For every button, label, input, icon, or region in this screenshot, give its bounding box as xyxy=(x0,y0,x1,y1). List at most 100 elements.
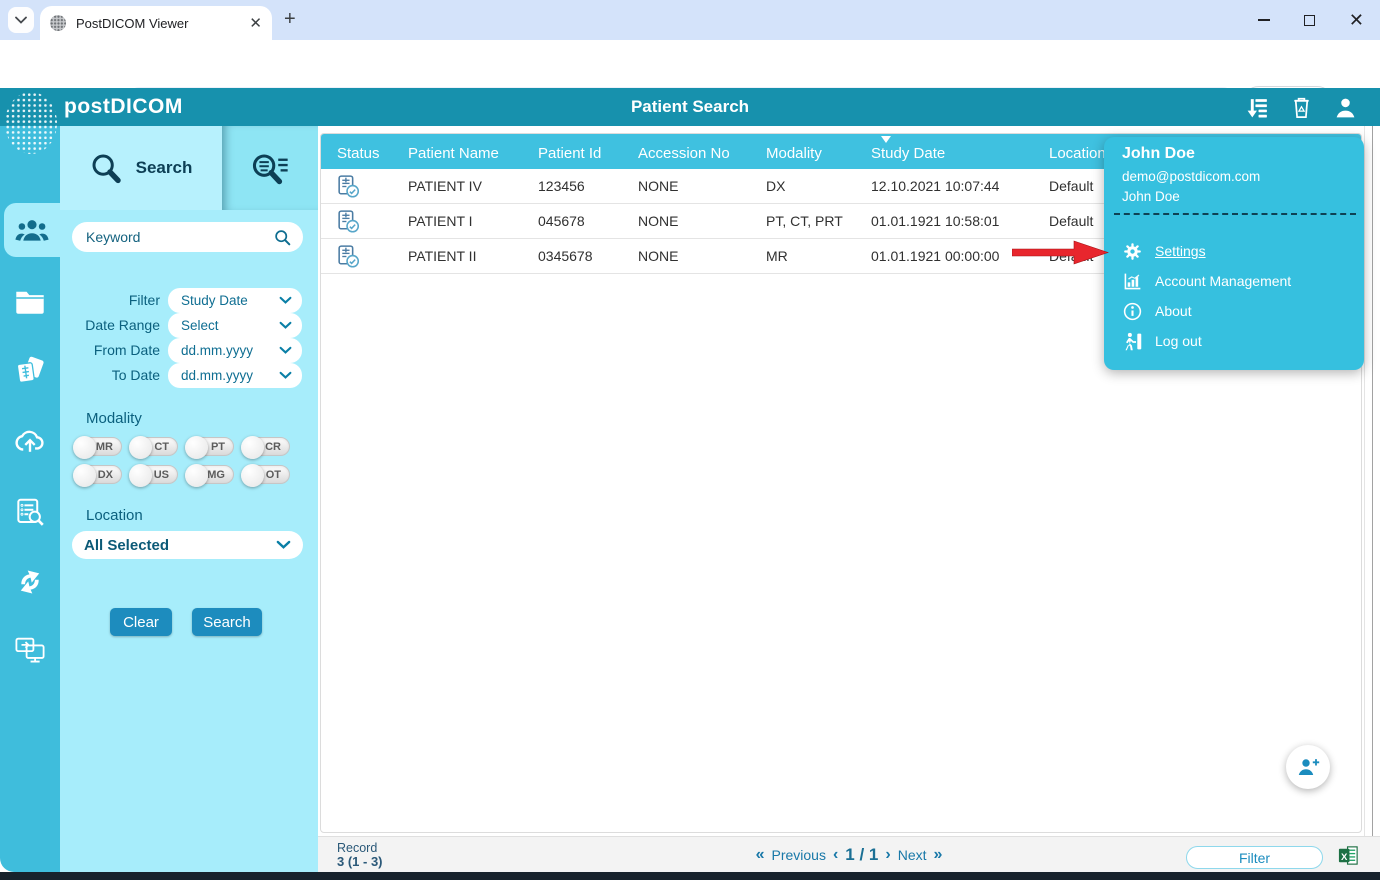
cell-accession-no: NONE xyxy=(638,178,678,194)
study-status-icon[interactable] xyxy=(335,243,362,270)
next-page-button[interactable]: Next xyxy=(898,847,927,863)
browser-tab[interactable]: PostDICOM Viewer ✕ xyxy=(40,6,272,40)
rail-item-query[interactable] xyxy=(0,485,60,539)
tab-search[interactable]: Search xyxy=(60,126,222,210)
col-modality[interactable]: Modality xyxy=(766,145,822,162)
modality-toggle-cr[interactable]: CR xyxy=(242,437,290,456)
menu-item-logout[interactable]: Log out xyxy=(1104,326,1364,356)
chart-icon xyxy=(1122,271,1143,292)
patients-icon xyxy=(15,217,49,243)
date-range-select[interactable]: Select xyxy=(168,313,302,338)
search-icon[interactable] xyxy=(274,229,291,246)
menu-item-account-management[interactable]: Account Management xyxy=(1104,266,1364,296)
menu-item-settings[interactable]: Settings xyxy=(1104,236,1364,266)
sort-queue-icon[interactable] xyxy=(1245,95,1270,120)
user-icon[interactable] xyxy=(1333,95,1358,120)
new-tab-button[interactable]: + xyxy=(284,8,296,31)
rail-item-studies[interactable] xyxy=(0,345,60,399)
last-page-button[interactable]: » xyxy=(934,846,943,864)
rail-item-upload[interactable] xyxy=(0,413,60,467)
left-rail xyxy=(0,126,60,872)
window-controls: ✕ xyxy=(1258,0,1364,40)
keyword-input[interactable] xyxy=(84,228,274,246)
tab-title: PostDICOM Viewer xyxy=(76,16,188,31)
modality-option-label: DX xyxy=(98,469,113,481)
modality-toggle-dx[interactable]: DX xyxy=(74,465,122,484)
col-accession-no[interactable]: Accession No xyxy=(638,145,730,162)
rail-item-sync[interactable] xyxy=(0,555,60,609)
tab-favicon xyxy=(50,15,66,31)
about-label: About xyxy=(1155,303,1192,319)
window-close-button[interactable]: ✕ xyxy=(1349,11,1364,29)
svg-text:X: X xyxy=(1341,852,1348,863)
export-excel-icon[interactable]: X xyxy=(1337,844,1360,867)
user-menu: John Doe demo@postdicom.com John Doe Set… xyxy=(1104,137,1364,370)
modality-toggle-mg[interactable]: MG xyxy=(186,465,234,484)
chevron-down-icon xyxy=(279,346,292,355)
clear-button[interactable]: Clear xyxy=(110,608,172,636)
menu-item-about[interactable]: About xyxy=(1104,296,1364,326)
from-date-select[interactable]: dd.mm.yyyy xyxy=(168,338,302,363)
tab-search-button[interactable] xyxy=(8,7,34,33)
add-user-icon xyxy=(1296,755,1320,779)
settings-label: Settings xyxy=(1155,243,1206,259)
window-minimize-button[interactable] xyxy=(1258,19,1270,21)
app-header: postDICOM Patient Search xyxy=(0,88,1380,126)
folder-icon xyxy=(14,289,46,315)
cell-accession-no: NONE xyxy=(638,213,678,229)
cell-location: Default xyxy=(1049,178,1093,194)
rail-item-folders[interactable] xyxy=(0,275,60,329)
date-range-label: Date Range xyxy=(60,313,160,338)
col-location[interactable]: Location xyxy=(1049,145,1106,162)
modality-toggle-mr[interactable]: MR xyxy=(74,437,122,456)
filter-button[interactable]: Filter xyxy=(1186,846,1323,869)
to-date-select[interactable]: dd.mm.yyyy xyxy=(168,363,302,388)
col-patient-id[interactable]: Patient Id xyxy=(538,145,601,162)
browser-tabstrip: PostDICOM Viewer ✕ + ✕ xyxy=(0,0,1380,40)
chevron-down-icon xyxy=(279,371,292,380)
modality-toggle-ct[interactable]: CT xyxy=(130,437,178,456)
date-range-value: Select xyxy=(181,318,279,333)
modality-toggle-pt[interactable]: PT xyxy=(186,437,234,456)
studies-icon xyxy=(13,356,47,388)
menu-divider xyxy=(1114,213,1356,215)
rail-item-patients[interactable] xyxy=(4,203,60,257)
share-screens-icon xyxy=(13,635,47,665)
record-count: Record 3 (1 - 3) xyxy=(337,841,383,869)
first-page-button[interactable]: « xyxy=(756,846,765,864)
info-icon xyxy=(1122,301,1143,322)
search-tab-label: Search xyxy=(136,158,193,178)
prev-arrow-button[interactable]: ‹ xyxy=(833,846,838,864)
keyword-field-wrap xyxy=(72,222,303,252)
record-label: Record xyxy=(337,841,377,855)
location-value: All Selected xyxy=(84,537,276,554)
vertical-scrollbar[interactable] xyxy=(1364,126,1380,836)
modality-toggle-ot[interactable]: OT xyxy=(242,465,290,484)
trash-icon[interactable] xyxy=(1290,95,1313,120)
modality-toggle-us[interactable]: US xyxy=(130,465,178,484)
tab-advanced-search[interactable] xyxy=(222,126,318,210)
add-patient-fab[interactable] xyxy=(1286,745,1330,789)
col-study-date[interactable]: Study Date xyxy=(871,145,945,162)
col-patient-name[interactable]: Patient Name xyxy=(408,145,499,162)
next-arrow-button[interactable]: › xyxy=(885,846,890,864)
col-status[interactable]: Status xyxy=(337,145,380,162)
cell-patient-id: 045678 xyxy=(538,213,585,229)
study-status-icon[interactable] xyxy=(335,208,362,235)
cell-modality: DX xyxy=(766,178,785,194)
study-status-icon[interactable] xyxy=(335,173,362,200)
rail-item-share[interactable] xyxy=(0,623,60,677)
window-bottom-edge xyxy=(0,872,1380,880)
user-menu-email: demo@postdicom.com xyxy=(1122,169,1260,184)
modality-option-label: CT xyxy=(154,441,169,453)
tab-close-icon[interactable]: ✕ xyxy=(249,16,262,31)
location-select[interactable]: All Selected xyxy=(72,531,303,559)
page-title: Patient Search xyxy=(0,97,1380,117)
sort-desc-icon xyxy=(881,136,891,143)
window-maximize-button[interactable] xyxy=(1304,15,1315,26)
cell-accession-no: NONE xyxy=(638,248,678,264)
previous-page-button[interactable]: Previous xyxy=(771,847,825,863)
search-button[interactable]: Search xyxy=(192,608,262,636)
browser-toolbar: germany.postdicom.com/Viewer/Main Guest xyxy=(0,40,1380,86)
filter-select[interactable]: Study Date xyxy=(168,288,302,313)
